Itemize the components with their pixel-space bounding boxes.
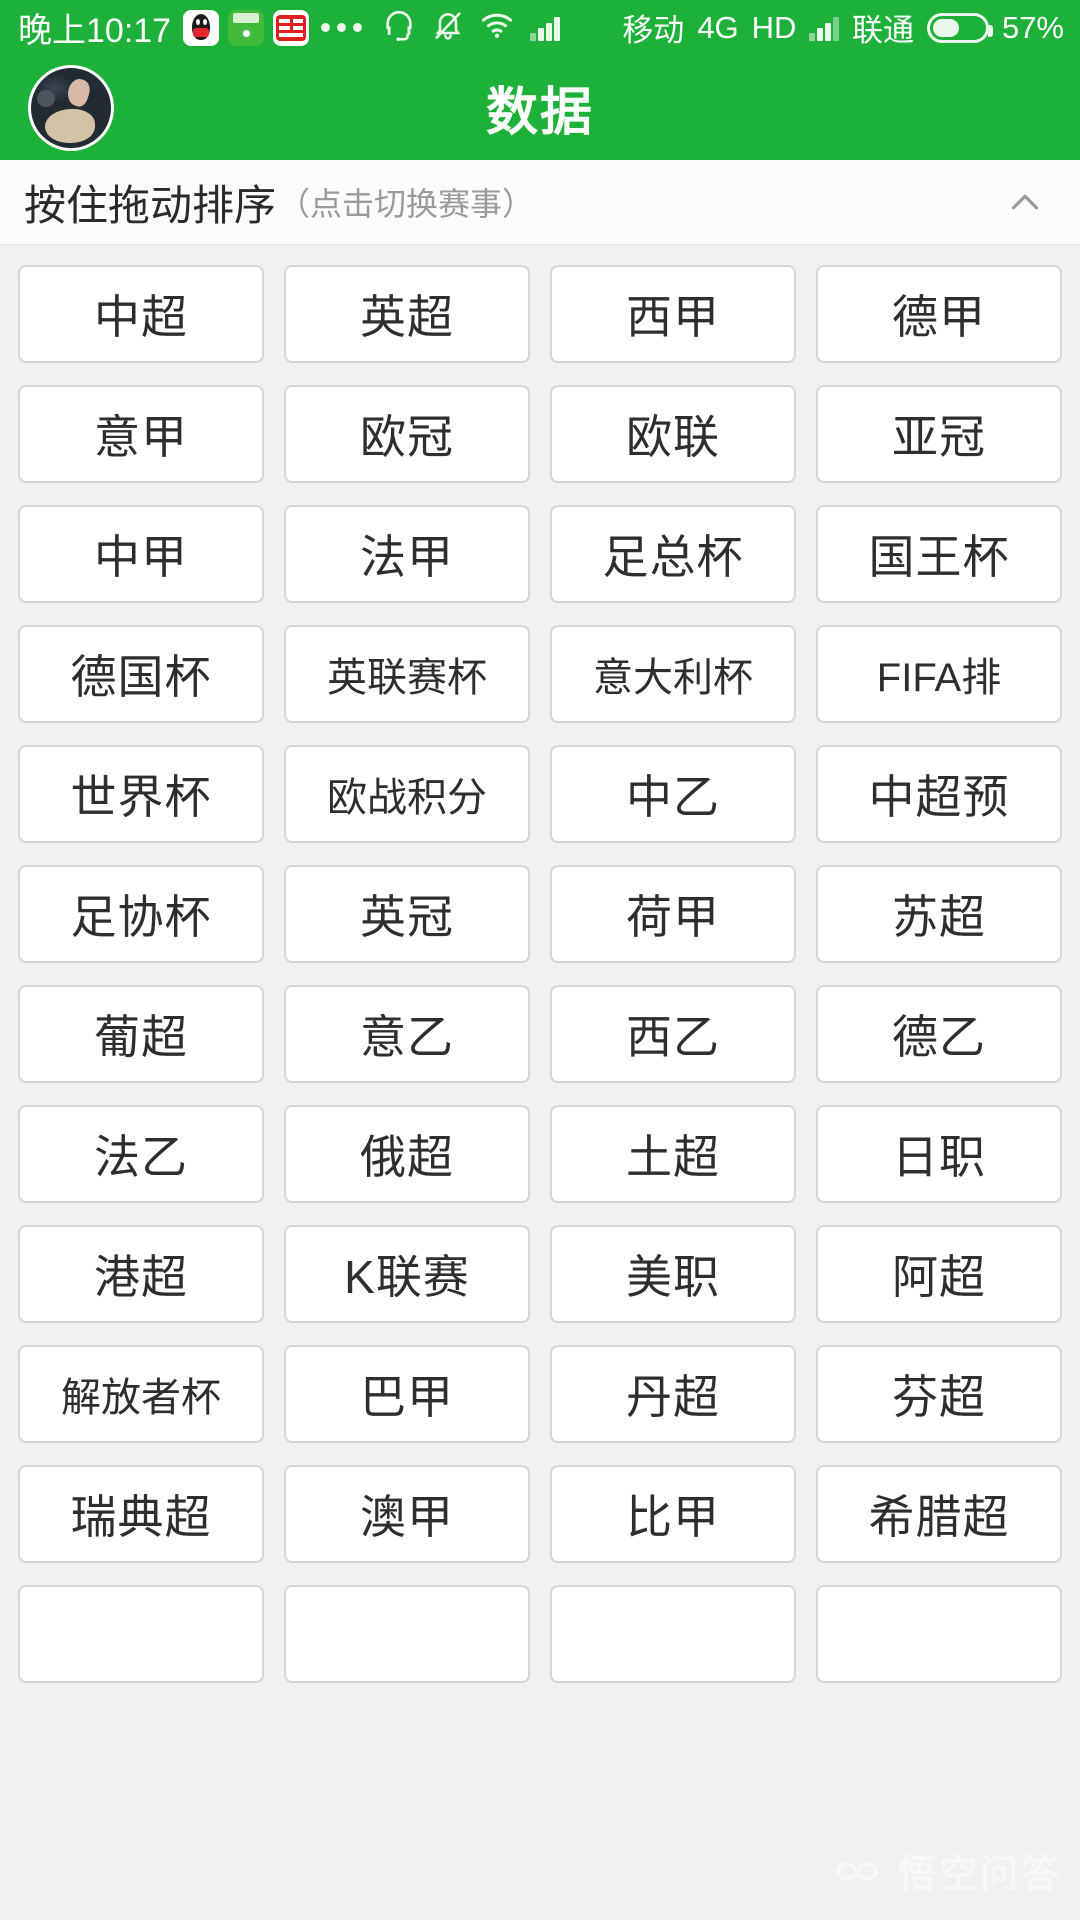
league-cell[interactable]: 国王杯 [816, 505, 1062, 603]
league-cell[interactable] [816, 1585, 1062, 1683]
league-cell[interactable]: 英冠 [284, 865, 530, 963]
league-cell[interactable]: 中甲 [18, 505, 264, 603]
league-cell[interactable]: 中超 [18, 265, 264, 363]
status-clock: 晚上10:17 [18, 12, 172, 50]
page-title: 数据 [485, 84, 594, 142]
league-cell[interactable]: 西乙 [550, 985, 796, 1083]
football-app-icon [228, 9, 265, 46]
battery-icon [926, 12, 993, 43]
league-cell[interactable]: FIFA排 [816, 625, 1062, 723]
league-cell[interactable] [18, 1585, 264, 1683]
league-cell[interactable]: 美职 [550, 1225, 796, 1323]
status-app-icons [183, 9, 310, 46]
league-cell[interactable]: 丹超 [550, 1345, 796, 1443]
status-system-icons [382, 8, 560, 47]
carrier-secondary-label: 联通 [851, 13, 914, 48]
league-cell[interactable]: 德甲 [816, 265, 1062, 363]
headset-icon [382, 8, 416, 47]
league-cell[interactable]: 日职 [816, 1105, 1062, 1203]
league-cell[interactable]: 足协杯 [18, 865, 264, 963]
league-cell[interactable]: 法乙 [18, 1105, 264, 1203]
wifi-icon [480, 10, 514, 45]
league-grid-scroll[interactable]: 中超 英超 西甲 德甲意甲 欧冠 欧联 亚冠中甲 法甲 足总杯 国王杯德国杯 英联赛杯 意大利杯 FIF… [0, 245, 1080, 1920]
league-cell[interactable]: 意大利杯 [550, 625, 796, 723]
league-cell[interactable]: 芬超 [816, 1345, 1062, 1443]
signal-icon [530, 15, 560, 41]
bell-muted-icon [432, 9, 464, 46]
sort-hint-sublabel: （点击切换赛事） [278, 186, 535, 222]
more-apps-dots-icon [321, 23, 363, 32]
league-cell[interactable]: 解放者杯 [18, 1345, 264, 1443]
league-cell[interactable]: 葡超 [18, 985, 264, 1083]
app-header: 数据 [0, 55, 1080, 160]
chevron-up-icon[interactable] [1002, 179, 1048, 225]
league-cell[interactable]: 欧战积分 [284, 745, 530, 843]
league-cell[interactable]: 德乙 [816, 985, 1062, 1083]
league-cell[interactable]: 足总杯 [550, 505, 796, 603]
toutiao-icon [273, 9, 310, 46]
league-cell[interactable]: 瑞典超 [18, 1465, 264, 1563]
league-cell[interactable]: 俄超 [284, 1105, 530, 1203]
status-right-cluster: 移动 4G HD 联通 57% [622, 5, 1064, 50]
sort-section-header[interactable]: 按住拖动排序 （点击切换赛事） [0, 160, 1080, 245]
hd-label: HD [751, 9, 797, 45]
battery-percent-label: 57% [1001, 9, 1064, 45]
league-cell[interactable]: 巴甲 [284, 1345, 530, 1443]
league-cell[interactable]: 亚冠 [816, 385, 1062, 483]
status-bar: 晚上10:17 移动 4G HD 联通 57% [0, 0, 1080, 55]
league-cell[interactable] [284, 1585, 530, 1683]
league-cell[interactable]: 英超 [284, 265, 530, 363]
carrier-primary-label: 移动 [622, 13, 685, 48]
league-cell[interactable]: 欧联 [550, 385, 796, 483]
league-cell[interactable]: 希腊超 [816, 1465, 1062, 1563]
league-cell[interactable]: 阿超 [816, 1225, 1062, 1323]
app-screen: 晚上10:17 移动 4G HD 联通 57% 数据 按住拖动排序 （点击切换赛… [0, 0, 1080, 1920]
league-cell[interactable]: 土超 [550, 1105, 796, 1203]
league-cell[interactable]: 苏超 [816, 865, 1062, 963]
league-cell[interactable] [550, 1585, 796, 1683]
league-cell[interactable]: 荷甲 [550, 865, 796, 963]
league-cell[interactable]: 港超 [18, 1225, 264, 1323]
league-cell[interactable]: 英联赛杯 [284, 625, 530, 723]
league-cell[interactable]: 中超预 [816, 745, 1062, 843]
league-cell[interactable]: 欧冠 [284, 385, 530, 483]
league-cell[interactable]: 法甲 [284, 505, 530, 603]
league-cell[interactable]: 世界杯 [18, 745, 264, 843]
league-cell[interactable]: 意乙 [284, 985, 530, 1083]
league-cell[interactable]: 德国杯 [18, 625, 264, 723]
league-cell[interactable]: 中乙 [550, 745, 796, 843]
league-cell[interactable]: 澳甲 [284, 1465, 530, 1563]
signal-secondary-icon [809, 15, 839, 41]
sort-hint-label: 按住拖动排序 [24, 181, 277, 229]
league-cell[interactable]: K联赛 [284, 1225, 530, 1323]
qq-icon [183, 9, 220, 46]
avatar[interactable] [28, 64, 114, 151]
league-cell[interactable]: 比甲 [550, 1465, 796, 1563]
network-type-label: 4G [697, 9, 739, 45]
league-grid: 中超 英超 西甲 德甲意甲 欧冠 欧联 亚冠中甲 法甲 足总杯 国王杯德国杯 英联赛杯 意大利杯 FIF… [18, 265, 1062, 1683]
league-cell[interactable]: 意甲 [18, 385, 264, 483]
league-cell[interactable]: 西甲 [550, 265, 796, 363]
